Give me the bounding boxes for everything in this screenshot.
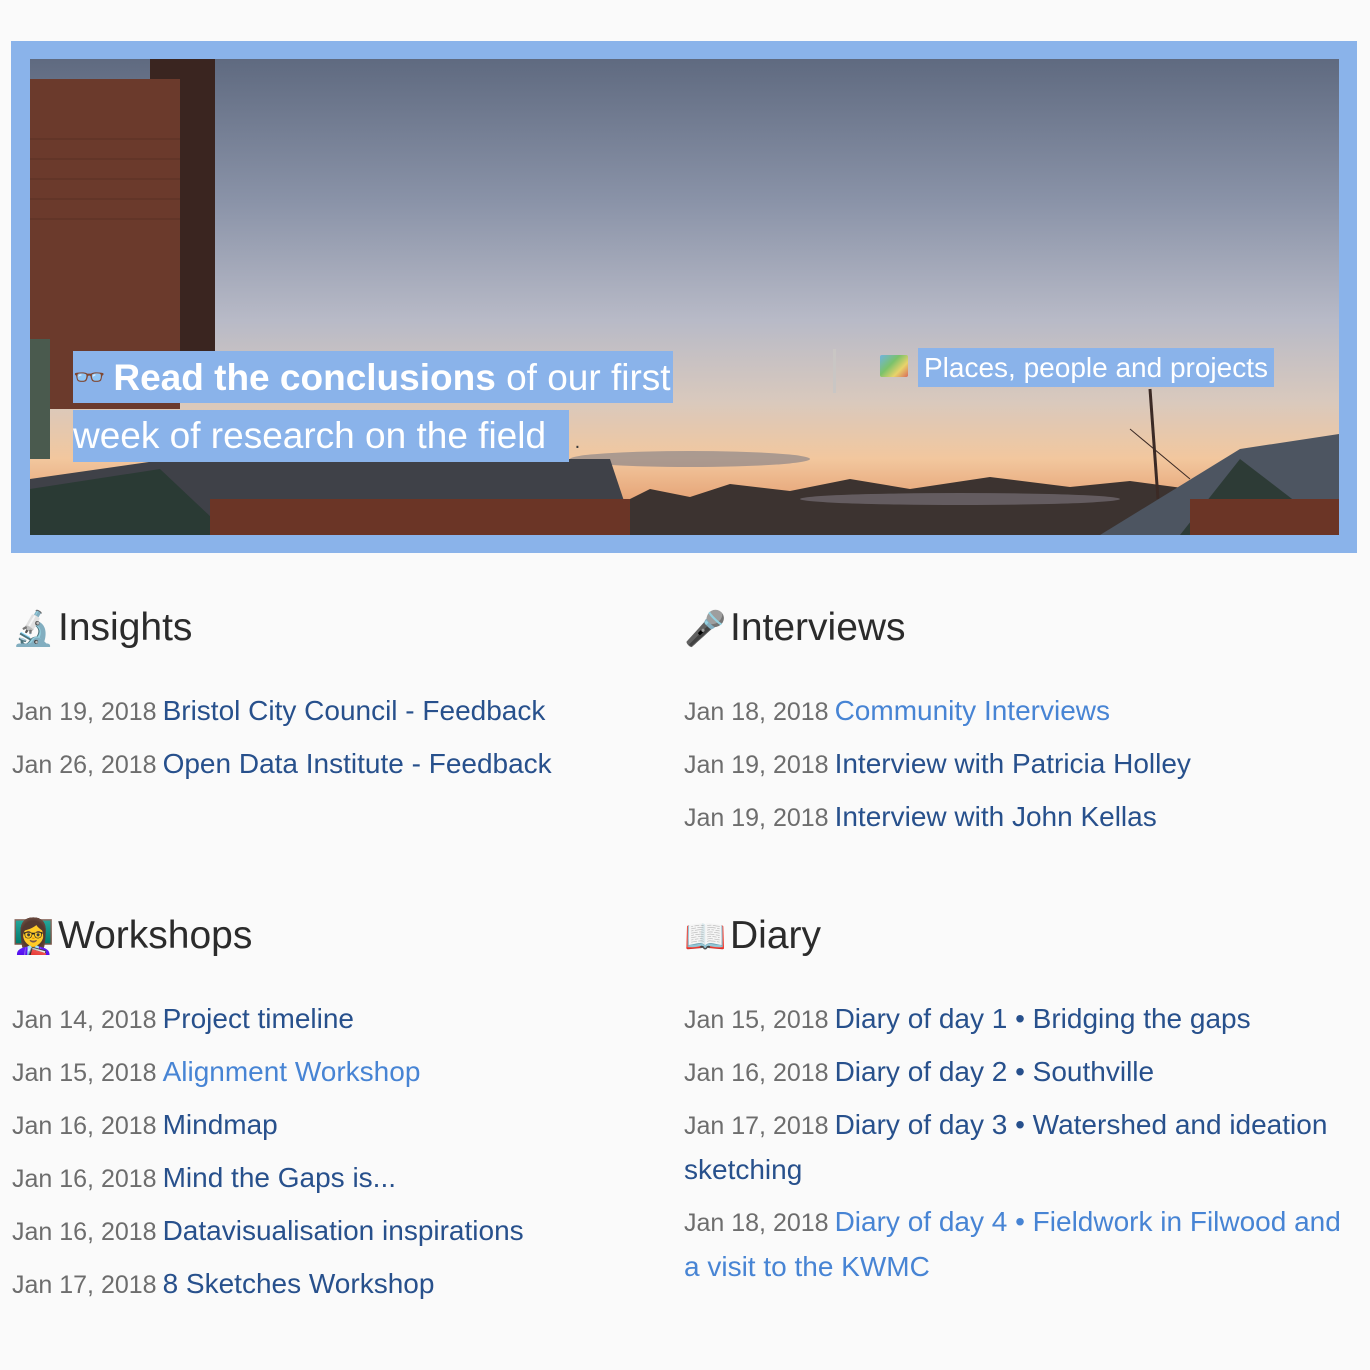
interviews-list: Jan 18, 2018 Community Interviews Jan 19,… [684, 689, 1324, 840]
list-item: Jan 16, 2018 Diary of day 2 • Southville [684, 1050, 1344, 1095]
interviews-section: 🎤Interviews Jan 18, 2018 Community Interv… [684, 606, 1324, 848]
hero-divider [833, 349, 836, 393]
diary-heading: 📖Diary [684, 914, 1344, 959]
entry-date: Jan 18, 2018 [684, 698, 829, 726]
microphone-icon: 🎤 [684, 610, 727, 648]
entry-date: Jan 16, 2018 [12, 1218, 157, 1246]
list-item: Jan 16, 2018 Datavisualisation inspiratio… [12, 1209, 652, 1254]
list-item: Jan 19, 2018 Interview with John Kellas [684, 795, 1324, 840]
entry-date: Jan 17, 2018 [12, 1271, 157, 1299]
hero-text-line2: week of research on the field [73, 415, 547, 456]
list-item: Jan 19, 2018 Bristol City Council - Feedb… [12, 689, 652, 734]
diary-section: 📖Diary Jan 15, 2018 Diary of day 1 • Brid… [684, 914, 1344, 1297]
interviews-heading: 🎤Interviews [684, 606, 1324, 651]
entry-link[interactable]: Interview with Patricia Holley [835, 748, 1191, 779]
workshops-title: Workshops [58, 914, 253, 957]
workshops-list: Jan 14, 2018 Project timeline Jan 15, 201… [12, 997, 652, 1307]
entry-date: Jan 15, 2018 [12, 1059, 157, 1087]
entry-link[interactable]: Interview with John Kellas [835, 801, 1157, 832]
list-item: Jan 18, 2018 Community Interviews [684, 689, 1324, 734]
list-item: Jan 14, 2018 Project timeline [12, 997, 652, 1042]
hero-bold-text: Read the conclusions [113, 357, 496, 398]
entry-link[interactable]: Mindmap [163, 1109, 278, 1140]
insights-heading: 🔬Insights [12, 606, 652, 651]
insights-title: Insights [58, 606, 193, 649]
list-item: Jan 18, 2018 Diary of day 4 • Fieldwork i… [684, 1200, 1344, 1289]
workshops-heading: 👩‍🏫Workshops [12, 914, 652, 959]
open-book-icon: 📖 [684, 918, 727, 956]
hero-banner: 👓 Read the conclusions of our first week … [11, 41, 1357, 553]
entry-date: Jan 19, 2018 [684, 804, 829, 832]
list-item: Jan 15, 2018 Alignment Workshop [12, 1050, 652, 1095]
entry-date: Jan 17, 2018 [684, 1112, 829, 1140]
workshops-section: 👩‍🏫Workshops Jan 14, 2018 Project timelin… [12, 914, 652, 1315]
map-icon [880, 355, 908, 377]
entry-link[interactable]: Diary of day 1 • Bridging the gaps [835, 1003, 1251, 1034]
entry-link[interactable]: Project timeline [163, 1003, 354, 1034]
diary-list: Jan 15, 2018 Diary of day 1 • Bridging th… [684, 997, 1344, 1289]
list-item: Jan 17, 2018 Diary of day 3 • Watershed a… [684, 1103, 1344, 1192]
entry-date: Jan 16, 2018 [684, 1059, 829, 1087]
list-item: Jan 16, 2018 Mind the Gaps is... [12, 1156, 652, 1201]
entry-link[interactable]: Open Data Institute - Feedback [163, 748, 552, 779]
list-item: Jan 19, 2018 Interview with Patricia Holl… [684, 742, 1324, 787]
hero-trailing-dot: . [574, 431, 581, 453]
entry-date: Jan 16, 2018 [12, 1112, 157, 1140]
entry-link[interactable]: Bristol City Council - Feedback [163, 695, 546, 726]
list-item: Jan 26, 2018 Open Data Institute - Feedba… [12, 742, 652, 787]
list-item: Jan 15, 2018 Diary of day 1 • Bridging th… [684, 997, 1344, 1042]
hero-places-text: Places, people and projects [918, 348, 1274, 387]
list-item: Jan 17, 2018 8 Sketches Workshop [12, 1262, 652, 1307]
glasses-icon: 👓 [73, 362, 106, 392]
insights-list: Jan 19, 2018 Bristol City Council - Feedb… [12, 689, 652, 787]
entry-date: Jan 19, 2018 [684, 751, 829, 779]
entry-link[interactable]: Diary of day 2 • Southville [835, 1056, 1155, 1087]
hero-line-2: week of research on the field [73, 410, 569, 462]
entry-date: Jan 26, 2018 [12, 751, 157, 779]
entry-date: Jan 14, 2018 [12, 1006, 157, 1034]
entry-date: Jan 19, 2018 [12, 698, 157, 726]
entry-link[interactable]: Datavisualisation inspirations [163, 1215, 524, 1246]
entry-link[interactable]: 8 Sketches Workshop [163, 1268, 435, 1299]
diary-title: Diary [730, 914, 822, 957]
entry-link[interactable]: Alignment Workshop [163, 1056, 421, 1087]
hero-conclusions-link[interactable]: 👓 Read the conclusions of our first week … [73, 349, 723, 471]
list-item: Jan 16, 2018 Mindmap [12, 1103, 652, 1148]
entry-date: Jan 15, 2018 [684, 1006, 829, 1034]
hero-line-1: 👓 Read the conclusions of our first [73, 351, 673, 403]
teacher-icon: 👩‍🏫 [12, 918, 55, 956]
entry-date: Jan 18, 2018 [684, 1209, 829, 1237]
interviews-title: Interviews [730, 606, 906, 649]
hero-text-rest: of our first [506, 357, 671, 398]
entry-link[interactable]: Community Interviews [835, 695, 1110, 726]
insights-section: 🔬Insights Jan 19, 2018 Bristol City Counc… [12, 606, 652, 795]
entry-date: Jan 16, 2018 [12, 1165, 157, 1193]
hero-places-link[interactable]: Places, people and projects [880, 348, 1274, 387]
hero-photo: 👓 Read the conclusions of our first week … [30, 59, 1339, 535]
entry-link[interactable]: Mind the Gaps is... [163, 1162, 396, 1193]
microscope-icon: 🔬 [12, 610, 55, 648]
